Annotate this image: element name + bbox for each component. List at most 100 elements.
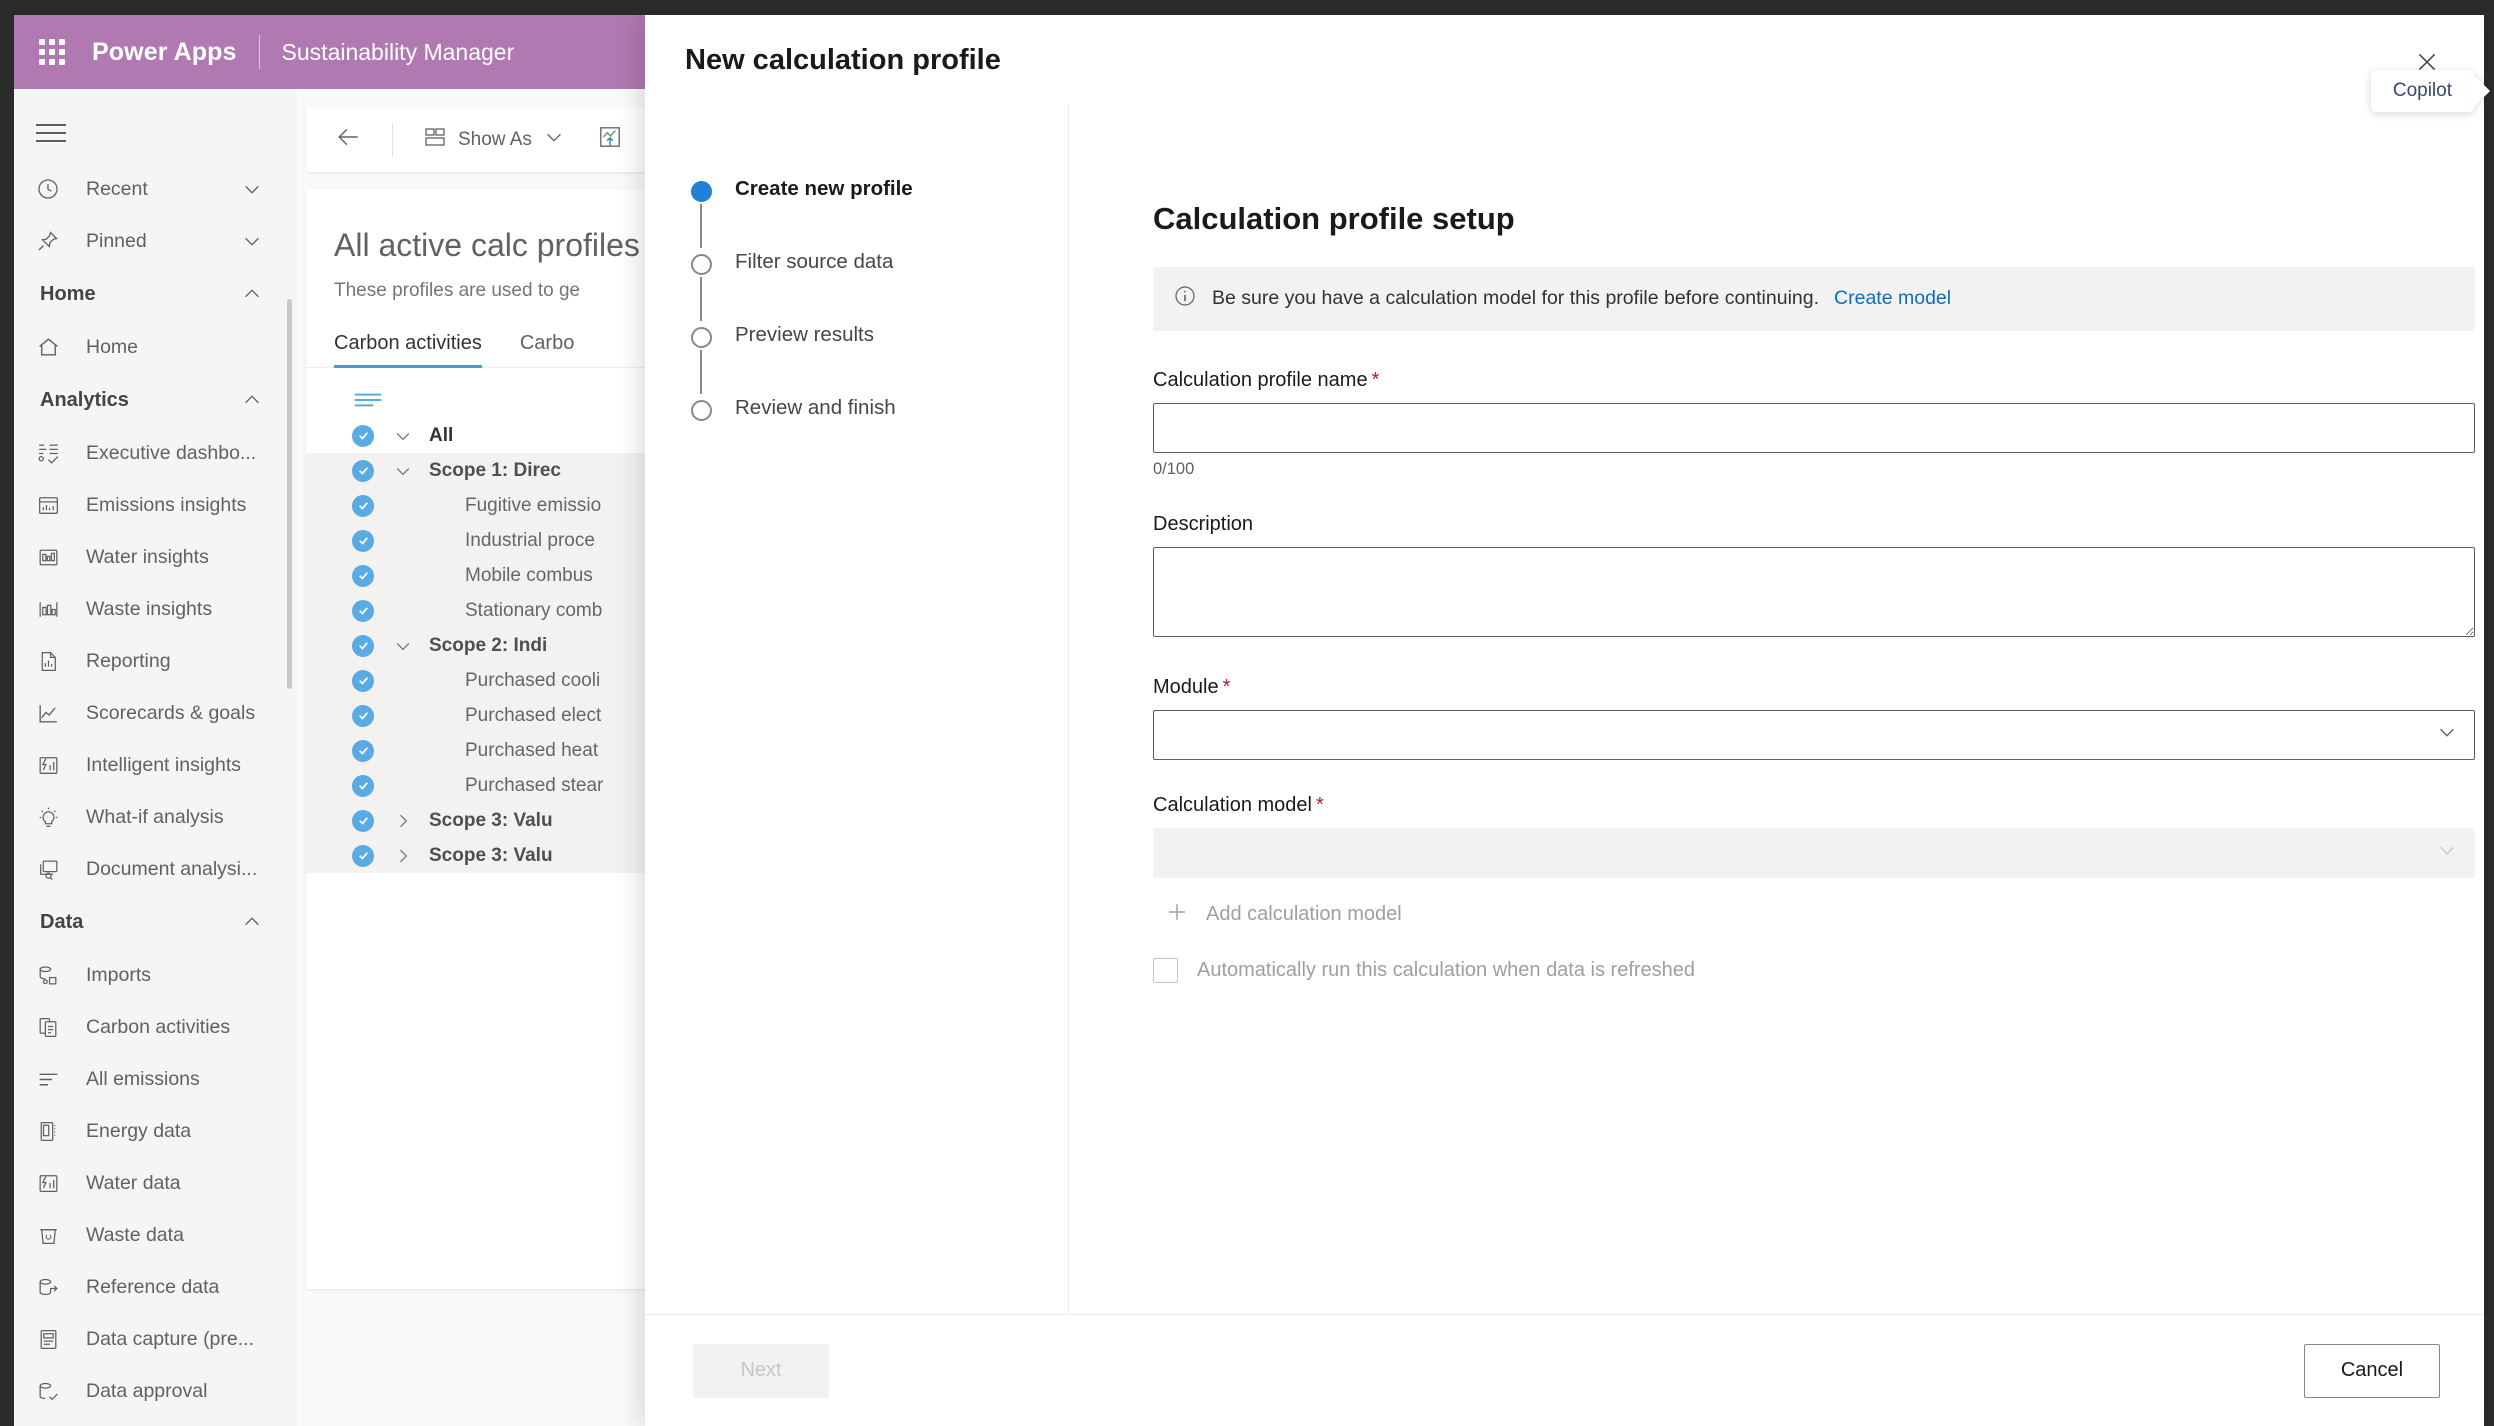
header-divider xyxy=(258,35,260,69)
app-name-label[interactable]: Sustainability Manager xyxy=(282,39,515,66)
cancel-button[interactable]: Cancel xyxy=(2304,1343,2440,1398)
sidebar-item-emissions-insights[interactable]: Emissions insights xyxy=(14,479,297,531)
sidebar-item-waste-data[interactable]: Waste data xyxy=(14,1209,297,1261)
brand-title[interactable]: Power Apps xyxy=(92,38,237,67)
calculation-profile-name-input[interactable] xyxy=(1153,402,2475,453)
chevron-right-icon[interactable] xyxy=(393,811,429,831)
row-checkbox-icon[interactable] xyxy=(352,809,374,832)
wizard-steps: Create new profile Filter source data Pr… xyxy=(645,105,1069,1314)
row-checkbox-icon[interactable] xyxy=(352,494,374,517)
description-textarea[interactable] xyxy=(1153,546,2475,637)
plus-icon xyxy=(1165,900,1189,930)
sidebar-item-data-approval[interactable]: Data approval xyxy=(14,1365,297,1417)
sidebar-item-label: Reference data xyxy=(86,1275,220,1298)
chevron-down-icon[interactable] xyxy=(393,636,429,656)
tree-row-label: Purchased stear xyxy=(465,774,604,796)
setup-pane: Calculation profile setup Be sure you ha… xyxy=(1069,105,2484,1314)
wizard-step-preview-results[interactable]: Preview results xyxy=(691,323,1068,348)
chevron-down-icon[interactable] xyxy=(241,230,263,252)
sidebar-group-data[interactable]: Data xyxy=(14,895,297,949)
tree-row-label: Scope 3: Valu xyxy=(429,844,553,866)
module-dropdown[interactable] xyxy=(1153,709,2475,760)
sidebar-item-recent[interactable]: Recent xyxy=(14,163,297,215)
back-button[interactable] xyxy=(328,118,370,162)
open-chart-button[interactable] xyxy=(589,118,631,162)
sidebar-item-intelligent-insights[interactable]: Intelligent insights xyxy=(14,739,297,791)
sidebar-item-carbon-activities[interactable]: Carbon activities xyxy=(14,1001,297,1053)
app-launcher-icon[interactable] xyxy=(34,34,70,70)
show-as-label: Show As xyxy=(458,128,532,150)
required-asterisk: * xyxy=(1371,368,1380,391)
wizard-step-review-and-finish[interactable]: Review and finish xyxy=(691,396,1068,421)
sidebar-item-waste-insights[interactable]: Waste insights xyxy=(14,583,297,635)
line-chart-icon xyxy=(36,698,70,728)
field-calculation-profile-name: Calculation profile name * 0/100 xyxy=(1153,369,2475,479)
pane-title: Calculation profile setup xyxy=(1153,200,1515,236)
sidebar-item-energy-data[interactable]: Energy data xyxy=(14,1105,297,1157)
sidebar-item-scorecards-goals[interactable]: Scorecards & goals xyxy=(14,687,297,739)
wizard-connector xyxy=(700,277,702,321)
next-button[interactable]: Next xyxy=(693,1343,829,1398)
chevron-up-icon[interactable] xyxy=(241,283,263,305)
report-document-icon xyxy=(36,646,70,676)
sidebar-item-executive-dashboard[interactable]: Executive dashbo... xyxy=(14,427,297,479)
row-checkbox-icon[interactable] xyxy=(352,599,374,622)
row-checkbox-icon[interactable] xyxy=(352,564,374,587)
add-calculation-model-button[interactable]: Add calculation model xyxy=(1153,886,1418,944)
auto-run-checkbox[interactable] xyxy=(1153,957,1178,983)
chevron-up-icon[interactable] xyxy=(241,389,263,411)
sidebar-item-what-if-analysis[interactable]: What-if analysis xyxy=(14,791,297,843)
sidebar-item-reference-data[interactable]: Reference data xyxy=(14,1261,297,1313)
chevron-down-icon[interactable] xyxy=(393,426,429,446)
sidebar-item-reporting[interactable]: Reporting xyxy=(14,635,297,687)
command-divider xyxy=(392,122,393,157)
row-checkbox-icon[interactable] xyxy=(352,739,374,762)
add-calculation-model-label: Add calculation model xyxy=(1206,903,1402,926)
tab-carbon-secondary[interactable]: Carbo xyxy=(520,332,574,367)
row-checkbox-icon[interactable] xyxy=(352,459,374,482)
sidebar-item-document-analysis[interactable]: Document analysi... xyxy=(14,843,297,895)
chevron-down-icon[interactable] xyxy=(393,461,429,481)
sidebar-item-imports[interactable]: Imports xyxy=(14,949,297,1001)
auto-run-label: Automatically run this calculation when … xyxy=(1197,958,1696,981)
sidebar-item-all-emissions[interactable]: All emissions xyxy=(14,1053,297,1105)
sidebar-scrollbar[interactable] xyxy=(287,299,292,689)
chevron-right-icon[interactable] xyxy=(393,846,429,866)
sidebar-item-label: Scorecards & goals xyxy=(86,701,256,724)
row-checkbox-icon[interactable] xyxy=(352,844,374,867)
window-frame-left xyxy=(0,0,14,1426)
row-checkbox-icon[interactable] xyxy=(352,774,374,797)
sidebar-item-pinned[interactable]: Pinned xyxy=(14,215,297,267)
create-model-link[interactable]: Create model xyxy=(1834,287,1951,310)
wizard-step-filter-source-data[interactable]: Filter source data xyxy=(691,250,1068,275)
row-checkbox-icon[interactable] xyxy=(352,634,374,657)
chevron-up-icon[interactable] xyxy=(241,911,263,933)
database-check-icon xyxy=(36,1376,70,1406)
row-checkbox-icon[interactable] xyxy=(352,704,374,727)
sidebar-item-home[interactable]: Home xyxy=(14,321,297,373)
sidebar-item-data-capture[interactable]: Data capture (pre... xyxy=(14,1313,297,1365)
database-export-icon xyxy=(36,1272,70,1302)
tab-carbon-activities[interactable]: Carbon activities xyxy=(334,332,482,368)
row-checkbox-icon[interactable] xyxy=(352,669,374,692)
sidebar-group-home[interactable]: Home xyxy=(14,267,297,321)
chevron-down-icon[interactable] xyxy=(241,178,263,200)
hamburger-menu-icon[interactable] xyxy=(36,111,80,155)
sidebar-item-water-insights[interactable]: Water insights xyxy=(14,531,297,583)
row-checkbox-icon[interactable] xyxy=(352,529,374,552)
sidebar-item-label: Water insights xyxy=(86,545,209,568)
show-as-button[interactable]: Show As xyxy=(415,119,573,161)
auto-run-checkbox-row[interactable]: Automatically run this calculation when … xyxy=(1153,957,2475,983)
calculation-model-dropdown[interactable] xyxy=(1153,827,2475,878)
dialog-header: New calculation profile Copilot xyxy=(645,15,2484,112)
sidebar-item-water-data[interactable]: Water data xyxy=(14,1157,297,1209)
row-checkbox-icon[interactable] xyxy=(352,424,374,447)
sidebar-item-label: Reporting xyxy=(86,649,171,672)
chart-upload-icon xyxy=(597,124,623,156)
wizard-step-create-new-profile[interactable]: Create new profile xyxy=(691,177,1068,202)
copilot-callout[interactable]: Copilot xyxy=(2370,70,2474,112)
sidebar-group-analytics[interactable]: Analytics xyxy=(14,373,297,427)
trash-icon xyxy=(36,1220,70,1250)
sidebar-item-label: Home xyxy=(86,335,139,358)
water-chart-icon xyxy=(36,542,70,572)
